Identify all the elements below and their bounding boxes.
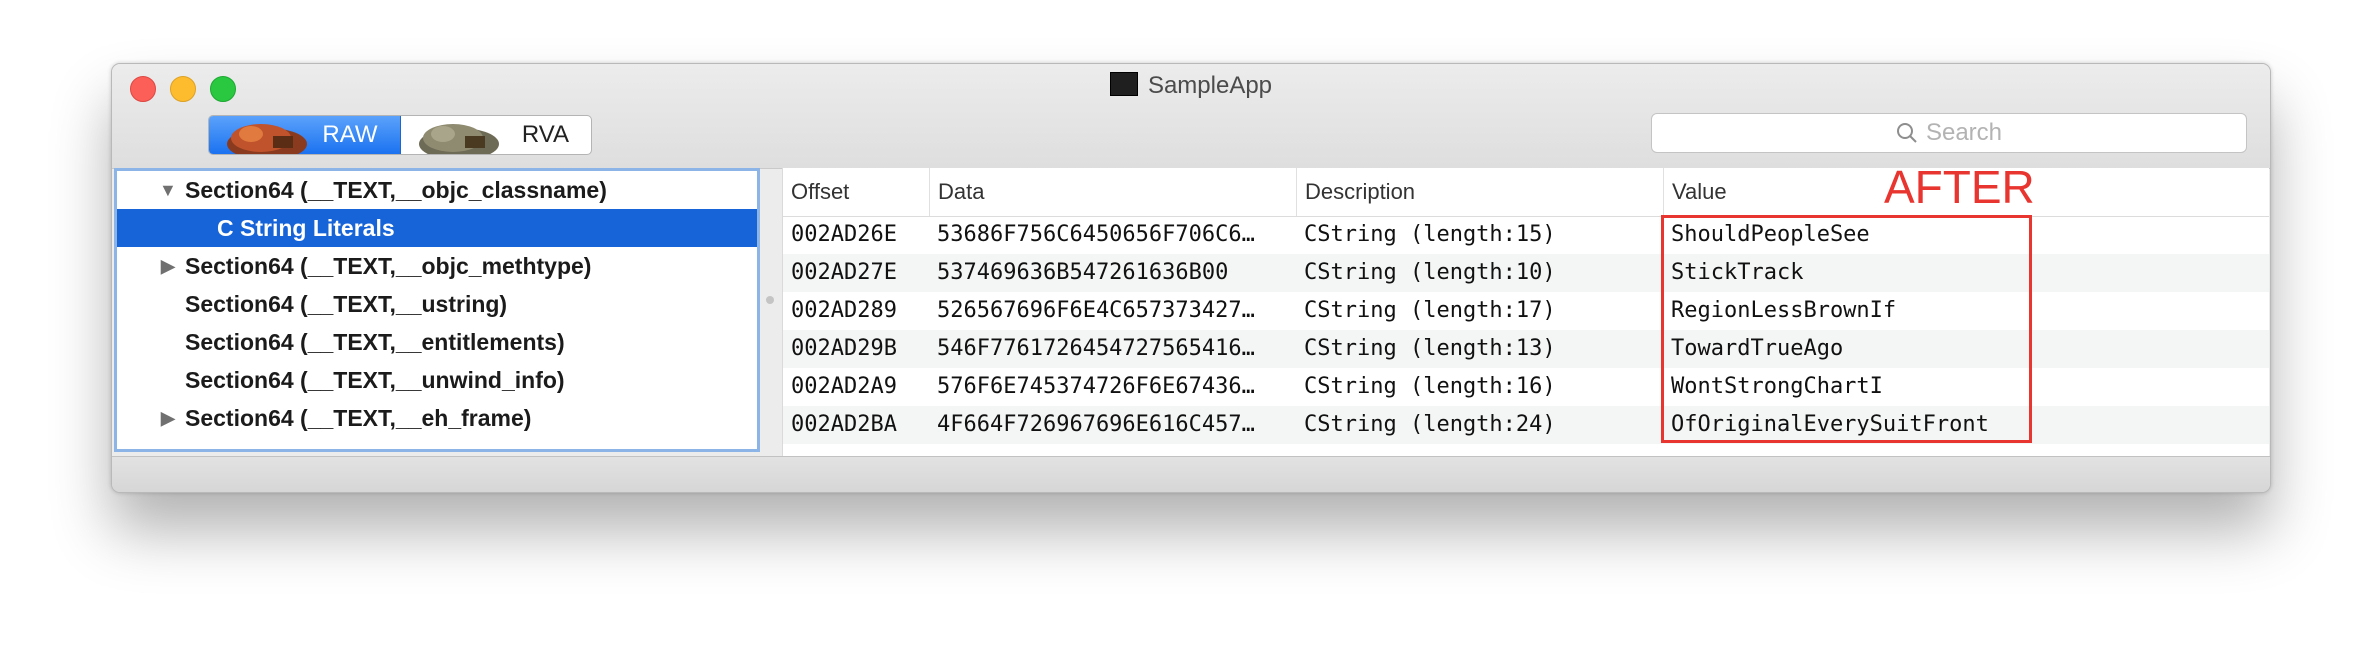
cell-data: 4F664F726967696E616C457… bbox=[937, 412, 1255, 437]
search-field[interactable]: Search bbox=[1651, 113, 2247, 153]
outline-item-entitlements[interactable]: Section64 (__TEXT,__entitlements) bbox=[117, 323, 757, 361]
outline-item-objc-methtype[interactable]: ▶ Section64 (__TEXT,__objc_methtype) bbox=[117, 247, 757, 285]
cell-offset: 002AD2A9 bbox=[791, 374, 897, 399]
disclosure-triangle-collapsed-icon[interactable]: ▶ bbox=[161, 247, 175, 285]
cell-offset: 002AD2BA bbox=[791, 412, 897, 437]
cell-offset: 002AD27E bbox=[791, 260, 897, 285]
window-title-text: SampleApp bbox=[1147, 72, 1273, 99]
search-icon bbox=[1896, 123, 1917, 143]
table-row[interactable]: 002AD289 526567696F6E4C657373427… CStrin… bbox=[783, 292, 2269, 330]
column-header-description[interactable]: Description bbox=[1296, 168, 1663, 216]
cell-description: CString (length:13) bbox=[1304, 336, 1556, 361]
cell-offset: 002AD26E bbox=[791, 222, 897, 247]
outline-item-label: Section64 (__TEXT,__objc_classname) bbox=[185, 177, 607, 203]
outline-item-label: Section64 (__TEXT,__eh_frame) bbox=[185, 405, 532, 431]
cell-description: CString (length:10) bbox=[1304, 260, 1556, 285]
cell-data: 546F7761726454727565416… bbox=[937, 336, 1255, 361]
table-row[interactable]: 002AD27E 537469636B547261636B00 CString … bbox=[783, 254, 2269, 292]
cell-data: 53686F756C6450656F706C6… bbox=[937, 222, 1255, 247]
cell-data: 576F6E745374726F6E67436… bbox=[937, 374, 1255, 399]
outline-item-objc-classname[interactable]: ▼ Section64 (__TEXT,__objc_classname) bbox=[117, 171, 757, 209]
address-mode-segmented-control[interactable]: RAW RVA bbox=[208, 115, 592, 155]
section-outline-view[interactable]: ▼ Section64 (__TEXT,__objc_classname) C … bbox=[114, 168, 760, 452]
cell-description: CString (length:17) bbox=[1304, 298, 1556, 323]
table-row[interactable]: 002AD26E 53686F756C6450656F706C6… CStrin… bbox=[783, 216, 2269, 254]
split-view-divider-handle[interactable] bbox=[766, 296, 774, 304]
disclosure-triangle-expanded-icon[interactable]: ▼ bbox=[159, 171, 177, 209]
cell-data: 526567696F6E4C657373427… bbox=[937, 298, 1255, 323]
terminal-app-icon bbox=[1109, 72, 1138, 96]
table-row[interactable]: 002AD29B 546F7761726454727565416… CStrin… bbox=[783, 330, 2269, 368]
bottom-status-bar bbox=[112, 456, 2270, 492]
cell-description: CString (length:15) bbox=[1304, 222, 1556, 247]
table-row[interactable]: 002AD2A9 576F6E745374726F6E67436… CStrin… bbox=[783, 368, 2269, 406]
outline-item-label: Section64 (__TEXT,__objc_methtype) bbox=[185, 253, 592, 279]
outline-item-c-string-literals[interactable]: C String Literals bbox=[117, 209, 757, 247]
table-header: Offset Data Description Value bbox=[783, 168, 2269, 217]
raw-segment-label: RAW bbox=[322, 121, 378, 148]
raw-icon bbox=[227, 124, 307, 154]
window-title: SampleApp bbox=[112, 72, 2270, 100]
column-header-offset[interactable]: Offset bbox=[783, 168, 929, 216]
cell-offset: 002AD29B bbox=[791, 336, 897, 361]
annotation-after-label: AFTER bbox=[1884, 161, 2035, 213]
rva-segment-label: RVA bbox=[521, 121, 569, 148]
title-bar: SampleApp RAW RVA Search bbox=[112, 64, 2270, 169]
raw-segment-button[interactable]: RAW bbox=[209, 116, 401, 154]
cell-data: 537469636B547261636B00 bbox=[937, 260, 1229, 285]
cell-offset: 002AD289 bbox=[791, 298, 897, 323]
data-table[interactable]: Offset Data Description Value 002AD26E 5… bbox=[782, 168, 2269, 456]
outline-item-label: Section64 (__TEXT,__entitlements) bbox=[185, 329, 565, 355]
column-header-data[interactable]: Data bbox=[929, 168, 1296, 216]
cell-description: CString (length:16) bbox=[1304, 374, 1556, 399]
outline-item-ustring[interactable]: Section64 (__TEXT,__ustring) bbox=[117, 285, 757, 323]
table-row[interactable]: 002AD2BA 4F664F726967696E616C457… CStrin… bbox=[783, 406, 2269, 444]
annotation-highlight-box bbox=[1661, 215, 2032, 443]
cell-description: CString (length:24) bbox=[1304, 412, 1556, 437]
rva-segment-button[interactable]: RVA bbox=[401, 116, 592, 154]
outline-item-label: C String Literals bbox=[217, 215, 395, 241]
outline-item-label: Section64 (__TEXT,__unwind_info) bbox=[185, 367, 565, 393]
rva-icon bbox=[418, 124, 499, 154]
outline-item-label: Section64 (__TEXT,__ustring) bbox=[185, 291, 508, 317]
search-placeholder: Search bbox=[1925, 119, 2003, 146]
disclosure-triangle-collapsed-icon[interactable]: ▶ bbox=[161, 399, 175, 437]
outline-item-unwind-info[interactable]: Section64 (__TEXT,__unwind_info) bbox=[117, 361, 757, 399]
outline-item-eh-frame[interactable]: ▶ Section64 (__TEXT,__eh_frame) bbox=[117, 399, 757, 437]
